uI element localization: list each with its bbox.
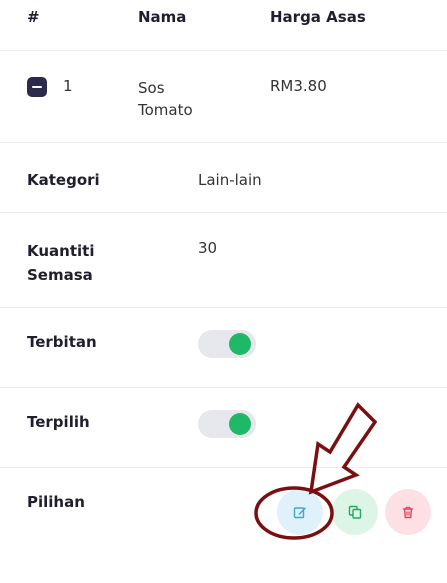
highlight-ellipse [254,486,334,540]
annotation-arrow-icon [308,402,378,495]
annotation-overlay [254,402,378,540]
